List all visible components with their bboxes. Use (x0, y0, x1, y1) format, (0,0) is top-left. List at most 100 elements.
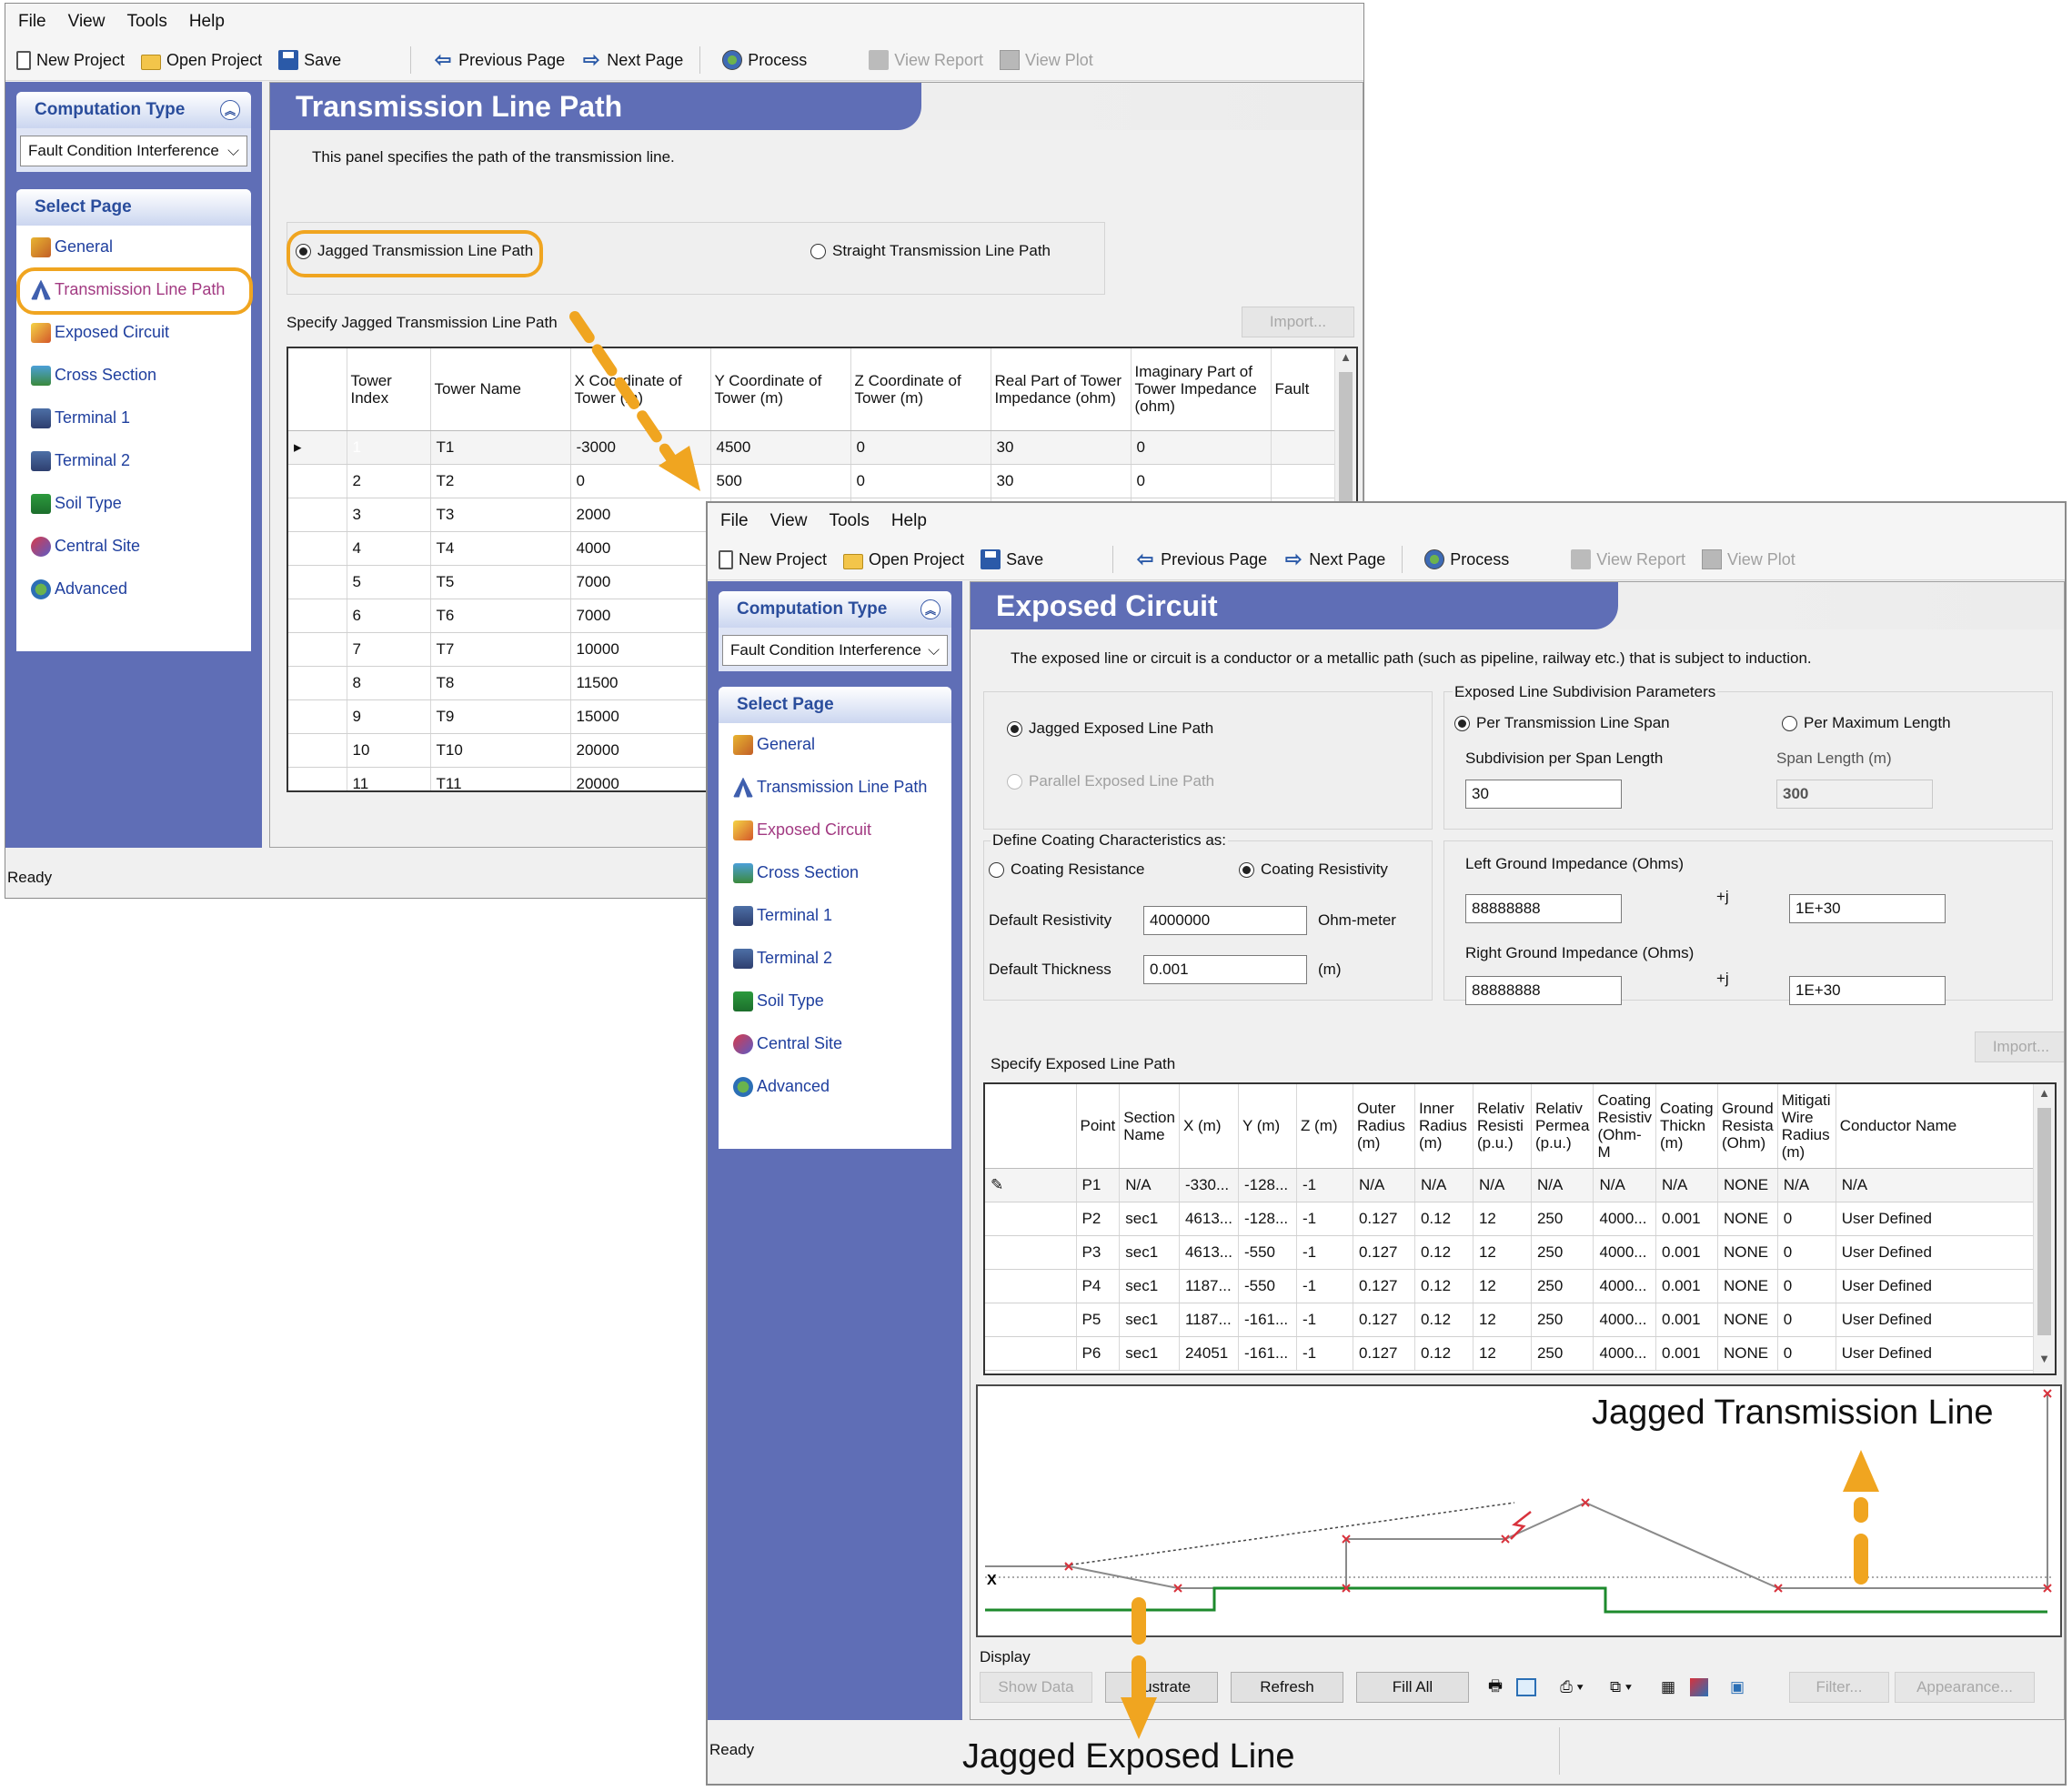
table-cell[interactable]: -3000 (570, 430, 711, 465)
row-header[interactable] (288, 531, 347, 566)
table-cell[interactable]: N/A (1353, 1168, 1415, 1202)
nav-item-general[interactable]: General (719, 723, 951, 766)
table-cell[interactable]: -1 (1296, 1235, 1353, 1270)
table-cell[interactable]: 7 (347, 632, 431, 667)
menu-tools[interactable]: Tools (829, 511, 869, 531)
view-plot-button[interactable]: View Plot (1000, 50, 1093, 70)
table-cell[interactable]: 15000 (570, 699, 711, 734)
process-button[interactable]: Process (1424, 549, 1509, 569)
radio-coating-resistivity[interactable]: Coating Resistivity (1239, 860, 1388, 879)
table-cell[interactable]: P4 (1076, 1269, 1121, 1303)
view-plot-button[interactable]: View Plot (1702, 549, 1795, 569)
row-header[interactable]: ▸ (288, 430, 347, 465)
table-cell[interactable]: -1 (1296, 1168, 1353, 1202)
table-cell[interactable]: 0.12 (1414, 1269, 1474, 1303)
nav-item-advanced[interactable]: Advanced (719, 1065, 951, 1108)
table-cell[interactable]: 0.127 (1353, 1202, 1415, 1236)
open-project-button[interactable]: Open Project (843, 550, 964, 569)
table-row[interactable]: P4 sec1 1187... -550 -1 0.127 0.12 12 250 4000...… (985, 1269, 2047, 1303)
show-data-button[interactable]: Show Data (980, 1672, 1092, 1703)
table-cell[interactable]: 4613... (1179, 1202, 1239, 1236)
collapse-icon[interactable]: ︽ (920, 599, 940, 619)
table-cell[interactable]: 0 (1131, 430, 1272, 465)
table-cell[interactable]: sec1 (1119, 1235, 1180, 1270)
view-report-button[interactable]: View Report (869, 50, 983, 70)
span-length-input[interactable]: 300 (1776, 780, 1933, 809)
radio-per-span[interactable]: Per Transmission Line Span (1454, 714, 1670, 732)
row-header[interactable] (288, 599, 347, 633)
table-cell[interactable]: -161... (1238, 1336, 1297, 1371)
table-cell[interactable]: -128... (1238, 1168, 1297, 1202)
table-cell[interactable]: 0.127 (1353, 1269, 1415, 1303)
table-cell[interactable]: -330... (1179, 1168, 1239, 1202)
table-cell[interactable]: P3 (1076, 1235, 1121, 1270)
default-resistivity-input[interactable]: 4000000 (1143, 906, 1307, 935)
table-cell[interactable]: T6 (430, 599, 571, 633)
table-cell[interactable]: 11500 (570, 666, 711, 700)
table-cell[interactable]: 250 (1531, 1235, 1594, 1270)
table-cell[interactable]: NONE (1717, 1303, 1778, 1337)
table-cell[interactable]: 8 (347, 666, 431, 700)
table-cell[interactable]: N/A (1777, 1168, 1836, 1202)
table-row[interactable]: P3 sec1 4613... -550 -1 0.127 0.12 12 250 4000...… (985, 1235, 2047, 1270)
table-cell[interactable]: 30 (991, 430, 1132, 465)
col-fault[interactable]: Fault (1271, 348, 1335, 431)
table-cell[interactable]: NONE (1717, 1336, 1778, 1371)
col-inner-radius[interactable]: Inner Radius (m) (1414, 1084, 1474, 1169)
table-cell[interactable]: 1 (347, 430, 431, 465)
nav-item-exposed-circuit[interactable]: Exposed Circuit (16, 311, 251, 354)
table-cell[interactable]: User Defined (1836, 1303, 2047, 1337)
col-ground-resistance[interactable]: Ground Resista (Ohm) (1717, 1084, 1778, 1169)
table-cell[interactable]: 0.127 (1353, 1235, 1415, 1270)
col-tower-name[interactable]: Tower Name (430, 348, 571, 431)
table-cell[interactable]: -161... (1238, 1303, 1297, 1337)
table-row[interactable]: 2 T2 0 500 0 30 0 (288, 464, 1335, 498)
scroll-up-icon[interactable]: ▲ (2034, 1086, 2055, 1106)
table-cell[interactable]: -1 (1296, 1303, 1353, 1337)
subdivision-input[interactable]: 30 (1465, 780, 1622, 809)
radio-coating-resistance[interactable]: Coating Resistance (989, 860, 1144, 879)
table-cell[interactable]: User Defined (1836, 1336, 2047, 1371)
table-cell[interactable]: N/A (1593, 1168, 1656, 1202)
exposed-grid[interactable]: Point Section Name X (m) Y (m) Z (m) Out… (983, 1082, 2057, 1375)
table-cell[interactable] (1271, 464, 1335, 498)
table-row[interactable]: P6 sec1 24051 -161... -1 0.127 0.12 12 250 4000..… (985, 1336, 2047, 1371)
table-cell[interactable]: 6 (347, 599, 431, 633)
table-cell[interactable] (1271, 430, 1335, 465)
table-cell[interactable]: P5 (1076, 1303, 1121, 1337)
col-coating-resistivity[interactable]: Coating Resistiv (Ohm-M (1593, 1084, 1656, 1169)
nav-item-transmission-line-path[interactable]: Transmission Line Path (16, 268, 251, 311)
save-button[interactable]: Save (278, 50, 341, 70)
table-cell[interactable]: 0.001 (1655, 1269, 1718, 1303)
table-cell[interactable]: T5 (430, 565, 571, 599)
chart-button[interactable] (1513, 1672, 1540, 1703)
table-row[interactable]: P2 sec1 4613... -128... -1 0.127 0.12 12 250 4000… (985, 1202, 2047, 1236)
table-cell[interactable]: sec1 (1119, 1202, 1180, 1236)
table-cell[interactable]: 4000... (1593, 1269, 1656, 1303)
col-x-coordinate[interactable]: X Coordinate of Tower (m) (570, 348, 711, 431)
new-project-button[interactable]: New Project (16, 50, 125, 70)
table-cell[interactable]: -1 (1296, 1202, 1353, 1236)
col-outer-radius[interactable]: Outer Radius (m) (1353, 1084, 1415, 1169)
nav-item-cross-section[interactable]: Cross Section (719, 851, 951, 894)
nav-item-terminal-1[interactable]: Terminal 1 (719, 894, 951, 937)
col-imag-impedance[interactable]: Imaginary Part of Tower Impedance (ohm) (1131, 348, 1272, 431)
table-cell[interactable]: 11 (347, 767, 431, 790)
table-cell[interactable]: 20000 (570, 733, 711, 768)
table-cell[interactable]: 250 (1531, 1336, 1594, 1371)
table-cell[interactable]: -1 (1296, 1269, 1353, 1303)
color-map-button[interactable] (1685, 1672, 1713, 1703)
filter-button[interactable]: Filter... (1789, 1672, 1889, 1703)
col-coating-thickness[interactable]: Coating Thickn (m) (1655, 1084, 1718, 1169)
table-cell[interactable]: 20000 (570, 767, 711, 790)
nav-item-soil-type[interactable]: Soil Type (16, 482, 251, 525)
table-cell[interactable]: T2 (430, 464, 571, 498)
table-cell[interactable]: 30 (991, 464, 1132, 498)
grid-toggle-button[interactable]: ▦ (1655, 1672, 1682, 1703)
menu-file[interactable]: File (18, 12, 46, 32)
import-button[interactable]: Import... (1975, 1031, 2064, 1062)
new-project-button[interactable]: New Project (719, 549, 827, 569)
table-cell[interactable]: 7000 (570, 565, 711, 599)
menu-view[interactable]: View (68, 12, 106, 32)
table-cell[interactable]: 12 (1473, 1336, 1532, 1371)
